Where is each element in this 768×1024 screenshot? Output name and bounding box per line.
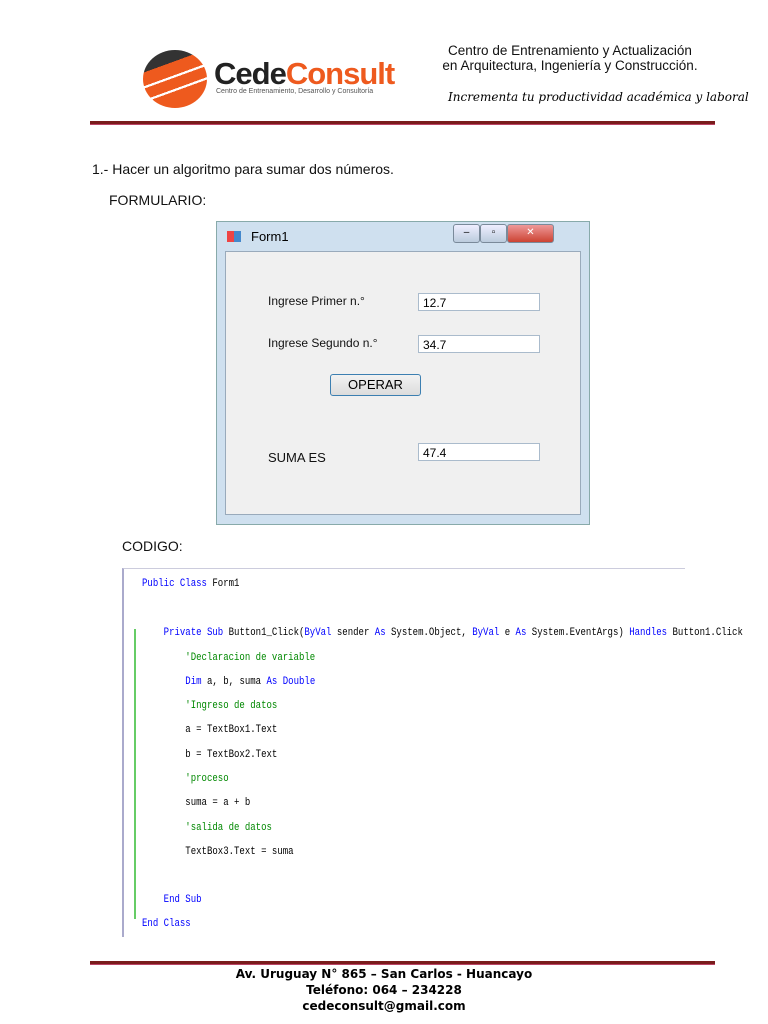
- code-line: 'proceso: [142, 773, 229, 785]
- footer-divider: [90, 961, 715, 965]
- code-line: TextBox3.Text = suma: [142, 846, 294, 858]
- code-token: Button1_Click(: [228, 627, 305, 639]
- code-token: Private Sub: [142, 627, 229, 639]
- code-token: b = TextBox2.Text: [142, 749, 278, 761]
- footer-phone: Teléfono: 064 – 234228: [306, 983, 462, 997]
- sum-output[interactable]: 47.4: [418, 443, 540, 461]
- code-token: 'proceso: [142, 773, 229, 785]
- code-token: 'Ingreso de datos: [142, 700, 278, 712]
- code-line: Public Class Form1: [142, 578, 239, 590]
- code-line: 'Ingreso de datos: [142, 700, 277, 712]
- code-token: Public Class: [142, 578, 213, 590]
- code-heading: CODIGO:: [122, 538, 183, 554]
- code-editor: Public Class Form1 Private Sub Button1_C…: [122, 568, 743, 937]
- code-line: 'salida de datos: [142, 822, 272, 834]
- code-token: ByVal: [304, 627, 332, 639]
- code-token: End Class: [142, 918, 191, 930]
- logo-subtitle: Centro de Entrenamiento, Desarrollo y Co…: [216, 88, 374, 95]
- close-button[interactable]: ✕: [507, 224, 554, 243]
- sum-label: SUMA ES: [268, 450, 326, 465]
- code-line: Dim a, b, suma As Double: [142, 676, 315, 688]
- second-number-input[interactable]: 34.7: [418, 335, 540, 353]
- code-token: Button1.Click: [667, 627, 743, 639]
- minimize-button[interactable]: –: [453, 224, 480, 243]
- code-token: a, b, suma: [201, 676, 267, 688]
- code-token: System.Object,: [385, 627, 473, 639]
- code-token: As: [374, 627, 386, 639]
- form-client-area: Ingrese Primer n.° 12.7 Ingrese Segundo …: [225, 251, 581, 515]
- motto: Incrementa tu productividad académica y …: [448, 90, 749, 104]
- code-line: Private Sub Button1_Click(ByVal sender A…: [142, 627, 743, 639]
- code-line: End Class: [142, 918, 191, 930]
- code-token: End Sub: [142, 894, 202, 906]
- logo: CedeConsult: [214, 56, 395, 92]
- code-token: 'salida de datos: [142, 822, 272, 834]
- window-title: Form1: [251, 229, 289, 244]
- operar-button[interactable]: OPERAR: [330, 374, 421, 396]
- first-number-input[interactable]: 12.7: [418, 293, 540, 311]
- form-heading: FORMULARIO:: [109, 192, 207, 208]
- footer-email: cedeconsult@gmail.com: [302, 999, 466, 1013]
- problem-statement: 1.- Hacer un algoritmo para sumar dos nú…: [92, 161, 394, 177]
- change-bar: [134, 629, 136, 919]
- code-token: System.EventArgs): [526, 627, 630, 639]
- code-line: a = TextBox1.Text: [142, 724, 277, 736]
- code-token: ByVal: [472, 627, 500, 639]
- code-token: Form1: [212, 578, 240, 590]
- footer-address: Av. Uruguay N° 865 – San Carlos - Huanca…: [235, 967, 533, 981]
- code-token: suma = a + b: [142, 797, 251, 809]
- code-line: b = TextBox2.Text: [142, 749, 277, 761]
- logo-part: Cede: [214, 56, 287, 91]
- logo-part: Consult: [285, 56, 395, 91]
- code-token: 'Declaracion de variable: [142, 652, 316, 664]
- code-token: sender: [331, 627, 375, 639]
- header-line-2: en Arquitectura, Ingeniería y Construcci…: [442, 58, 698, 73]
- code-token: Handles: [629, 627, 668, 639]
- first-number-label: Ingrese Primer n.°: [268, 294, 365, 308]
- maximize-button[interactable]: ▫: [480, 224, 507, 243]
- code-token: As: [515, 627, 527, 639]
- header-divider: [90, 121, 715, 125]
- code-line: End Sub: [142, 894, 202, 906]
- code-token: e: [499, 627, 516, 639]
- code-token: As Double: [266, 676, 316, 688]
- header-line-1: Centro de Entrenamiento y Actualización: [448, 43, 692, 58]
- code-token: Dim: [142, 676, 202, 688]
- logo-icon: [143, 50, 207, 108]
- code-token: TextBox3.Text = suma: [142, 846, 294, 858]
- form-window: Form1 – ▫ ✕ Ingrese Primer n.° 12.7 Ingr…: [216, 221, 590, 525]
- app-icon: [227, 231, 241, 242]
- code-line: 'Declaracion de variable: [142, 652, 315, 664]
- second-number-label: Ingrese Segundo n.°: [268, 336, 378, 350]
- code-token: a = TextBox1.Text: [142, 724, 278, 736]
- code-line: suma = a + b: [142, 797, 250, 809]
